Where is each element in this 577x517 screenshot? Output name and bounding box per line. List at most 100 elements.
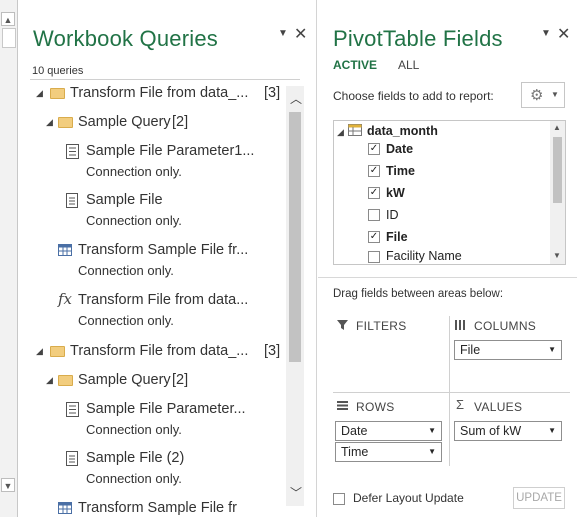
collapse-triangle-icon[interactable]: ◢	[46, 111, 53, 133]
field-facility-name[interactable]: Facility Name	[368, 249, 538, 265]
table-icon	[58, 502, 72, 514]
scroll-thumb[interactable]	[553, 137, 562, 203]
chevron-down-icon: ▼	[548, 345, 556, 354]
field-label: Date	[386, 142, 414, 156]
sigma-icon: Σ	[456, 397, 465, 412]
drag-fields-label: Drag fields between areas below:	[333, 288, 504, 300]
chevron-down-icon: ▼	[551, 90, 559, 99]
field-list-scrollbar[interactable]: ▲ ▼	[550, 121, 565, 264]
field-file[interactable]: ✓ File	[368, 227, 538, 247]
query-label: Transform Sample File fr...	[78, 242, 249, 258]
chevron-down-icon: ▼	[548, 426, 556, 435]
chevron-down-icon: ▼	[428, 426, 436, 435]
settings-button[interactable]: ⚙ ▼	[521, 82, 565, 108]
field-label: File	[386, 230, 408, 244]
values-field-dropdown[interactable]: Sum of kW ▼	[454, 421, 562, 441]
query-count: 10 queries	[32, 65, 84, 77]
values-area[interactable]: Σ VALUES Sum of kW ▼	[451, 394, 570, 468]
rows-field-dropdown[interactable]: Time ▼	[335, 442, 442, 462]
folder-icon	[58, 375, 73, 386]
scroll-up-icon[interactable]: ▲	[1, 12, 15, 26]
close-icon[interactable]: ✕	[557, 24, 570, 44]
rows-area[interactable]: ROWS Date ▼ Time ▼	[333, 394, 448, 468]
pivottable-fields-pane: PivotTable Fields ▼ ✕ ACTIVE ALL Choose …	[318, 0, 577, 517]
field-kw[interactable]: ✓ kW	[368, 183, 538, 203]
dropdown-value: Time	[341, 445, 369, 459]
parameter-icon	[66, 402, 79, 417]
folder-icon	[50, 346, 65, 357]
query-label: Transform Sample File fr	[78, 500, 237, 516]
tab-all[interactable]: ALL	[398, 58, 419, 72]
pane-title: PivotTable Fields	[333, 26, 503, 51]
file-icon	[66, 193, 78, 208]
query-status: Connection only.	[86, 164, 182, 179]
field-checkbox[interactable]	[368, 209, 380, 221]
query-item[interactable]: Sample File Parameter... Connection only…	[66, 398, 286, 442]
rows-label: ROWS	[356, 400, 395, 414]
table-icon	[348, 124, 362, 136]
query-status: Connection only.	[86, 213, 182, 228]
query-status: Connection only.	[86, 471, 182, 486]
query-group[interactable]: ◢ Transform File from data_... [3]	[36, 340, 286, 362]
query-item[interactable]: Sample File Parameter1... Connection onl…	[66, 140, 286, 184]
field-checkbox[interactable]: ✓	[368, 231, 380, 243]
scroll-up-icon[interactable]: ︿	[290, 90, 302, 107]
table-icon	[58, 244, 72, 256]
scroll-down-icon[interactable]: ▼	[553, 251, 561, 260]
divider	[318, 277, 577, 278]
sheet-vertical-scrollbar[interactable]: ▲ ▼	[0, 0, 18, 517]
pane-options-icon[interactable]: ▼	[541, 28, 551, 39]
subgroup-label: Sample Query	[78, 114, 171, 130]
query-item[interactable]: fx Transform File from data... Connectio…	[58, 289, 288, 333]
file-icon	[66, 451, 78, 466]
rows-field-dropdown[interactable]: Date ▼	[335, 421, 442, 441]
collapse-triangle-icon[interactable]: ◢	[337, 127, 344, 138]
scroll-down-icon[interactable]: ﹀	[290, 484, 302, 501]
columns-icon	[455, 320, 465, 330]
group-label: Transform File from data_...	[70, 85, 249, 101]
query-item[interactable]: Transform Sample File fr... Connection o…	[58, 239, 288, 283]
folder-icon	[50, 88, 65, 99]
filters-label: FILTERS	[356, 319, 407, 333]
field-date[interactable]: ✓ Date	[368, 139, 538, 159]
tab-active[interactable]: ACTIVE	[333, 58, 377, 72]
pane-options-icon[interactable]: ▼	[278, 28, 288, 39]
columns-area[interactable]: COLUMNS File ▼	[451, 316, 570, 392]
field-label: kW	[386, 186, 405, 200]
field-list: ◢ data_month ✓ Date ✓ Time ✓ kW ID ✓ Fil…	[333, 120, 566, 265]
field-id[interactable]: ID	[368, 205, 538, 225]
close-icon[interactable]: ✕	[294, 24, 307, 44]
scroll-thumb[interactable]	[2, 28, 16, 48]
field-time[interactable]: ✓ Time	[368, 161, 538, 181]
collapse-triangle-icon[interactable]: ◢	[36, 340, 43, 362]
scroll-up-icon[interactable]: ▲	[553, 123, 561, 132]
query-group[interactable]: ◢ Transform File from data_... [3]	[36, 82, 286, 104]
area-divider	[333, 392, 570, 393]
field-checkbox[interactable]: ✓	[368, 143, 380, 155]
chevron-down-icon: ▼	[428, 447, 436, 456]
query-item[interactable]: Sample File (2) Connection only.	[66, 447, 286, 491]
filters-area[interactable]: FILTERS	[333, 316, 448, 392]
query-subgroup[interactable]: ◢ Sample Query [2]	[46, 111, 276, 133]
collapse-triangle-icon[interactable]: ◢	[36, 82, 43, 104]
checkbox[interactable]	[333, 493, 345, 505]
query-label: Sample File Parameter...	[86, 401, 246, 417]
columns-field-dropdown[interactable]: File ▼	[454, 340, 562, 360]
function-icon: fx	[58, 290, 73, 308]
field-checkbox[interactable]: ✓	[368, 165, 380, 177]
gear-icon: ⚙	[530, 87, 544, 104]
query-subgroup[interactable]: ◢ Sample Query [2]	[46, 369, 276, 391]
group-count: [3]	[264, 85, 281, 101]
scroll-down-icon[interactable]: ▼	[1, 478, 15, 492]
folder-icon	[58, 117, 73, 128]
field-checkbox[interactable]	[368, 251, 380, 263]
query-item[interactable]: Transform Sample File fr	[58, 497, 288, 517]
queries-scrollbar[interactable]: ︿ ﹀	[286, 86, 304, 506]
query-item[interactable]: Sample File Connection only.	[66, 189, 286, 233]
columns-label: COLUMNS	[474, 319, 537, 333]
collapse-triangle-icon[interactable]: ◢	[46, 369, 53, 391]
scroll-thumb[interactable]	[289, 112, 301, 362]
field-checkbox[interactable]: ✓	[368, 187, 380, 199]
update-button[interactable]: UPDATE	[513, 487, 565, 509]
defer-layout-checkbox[interactable]: Defer Layout Update	[333, 491, 483, 507]
